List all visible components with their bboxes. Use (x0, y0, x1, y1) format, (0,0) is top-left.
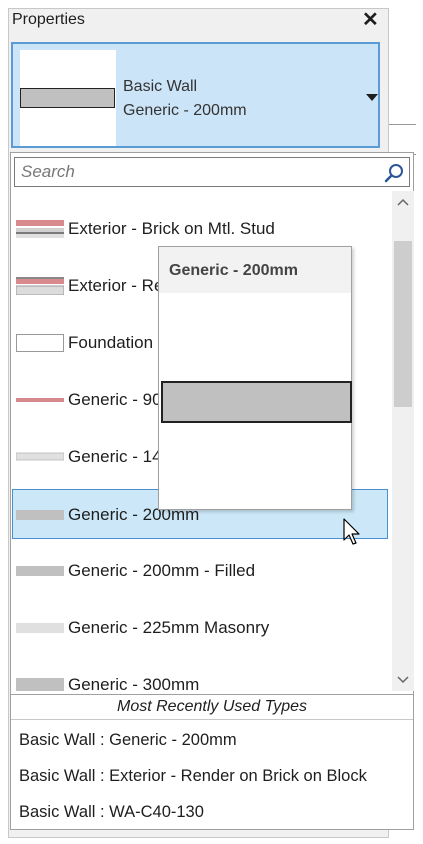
mouse-cursor-icon (343, 518, 360, 545)
chevron-down-icon[interactable] (366, 94, 378, 101)
recent-type-item[interactable]: Basic Wall : Generic - 200mm (19, 731, 237, 750)
list-item[interactable]: Generic - 225mm Masonry (13, 603, 387, 653)
type-preview-tooltip: Generic - 200mm (158, 246, 352, 510)
type-name: Generic - 200mm (123, 102, 247, 119)
list-item[interactable]: Generic - 200mm - Filled (13, 546, 387, 596)
foundation-swatch-icon (16, 334, 64, 352)
wall-preview-icon (20, 88, 115, 108)
search-input[interactable] (21, 161, 371, 183)
close-icon[interactable]: ✕ (362, 9, 379, 31)
brick-stud-swatch-icon (16, 220, 64, 238)
generic-300-swatch-icon (16, 678, 64, 691)
generic-225-masonry-swatch-icon (16, 623, 64, 633)
type-family: Basic Wall (123, 78, 198, 95)
list-item[interactable]: Generic - 300mm (13, 660, 387, 691)
list-item-label: Generic - 225mm Masonry (68, 618, 270, 637)
type-preview (20, 50, 116, 146)
type-selector[interactable]: Basic Wall Generic - 200mm (11, 42, 380, 148)
generic-200-swatch-icon (16, 510, 64, 520)
scrollbar-thumb[interactable] (394, 241, 412, 407)
panel-title: Properties (12, 11, 85, 28)
recent-type-item[interactable]: Basic Wall : Exterior - Render on Brick … (19, 767, 367, 786)
brick-block-swatch-icon (16, 277, 64, 295)
divider (389, 124, 416, 125)
recent-types-panel: Most Recently Used Types Basic Wall : Ge… (10, 694, 414, 830)
list-item-label: Exterior - Brick on Mtl. Stud (68, 219, 275, 238)
list-item-label: Generic - 200mm - Filled (68, 561, 256, 580)
list-item-label: Foundation (68, 333, 154, 352)
search-icon[interactable] (383, 162, 405, 184)
search-field[interactable] (14, 157, 410, 187)
chevron-up-icon[interactable] (392, 191, 414, 213)
recent-type-item[interactable]: Basic Wall : WA-C40-130 (19, 803, 204, 822)
generic-200-filled-swatch-icon (16, 566, 64, 576)
list-item-label: Generic - 90 (68, 390, 162, 409)
recent-types-header: Most Recently Used Types (11, 695, 413, 720)
generic-90-swatch-icon (16, 398, 64, 402)
generic-140-swatch-icon (16, 452, 64, 461)
tooltip-header: Generic - 200mm (159, 247, 351, 293)
chevron-down-icon[interactable] (392, 669, 414, 691)
list-item-label: Exterior - Re (68, 276, 164, 295)
list-item-label: Generic - 14 (68, 447, 162, 466)
list-item-label: Generic - 300mm (68, 675, 200, 691)
wall-preview-icon (161, 381, 352, 423)
tooltip-title: Generic - 200mm (169, 262, 298, 279)
scrollbar[interactable] (392, 191, 414, 691)
